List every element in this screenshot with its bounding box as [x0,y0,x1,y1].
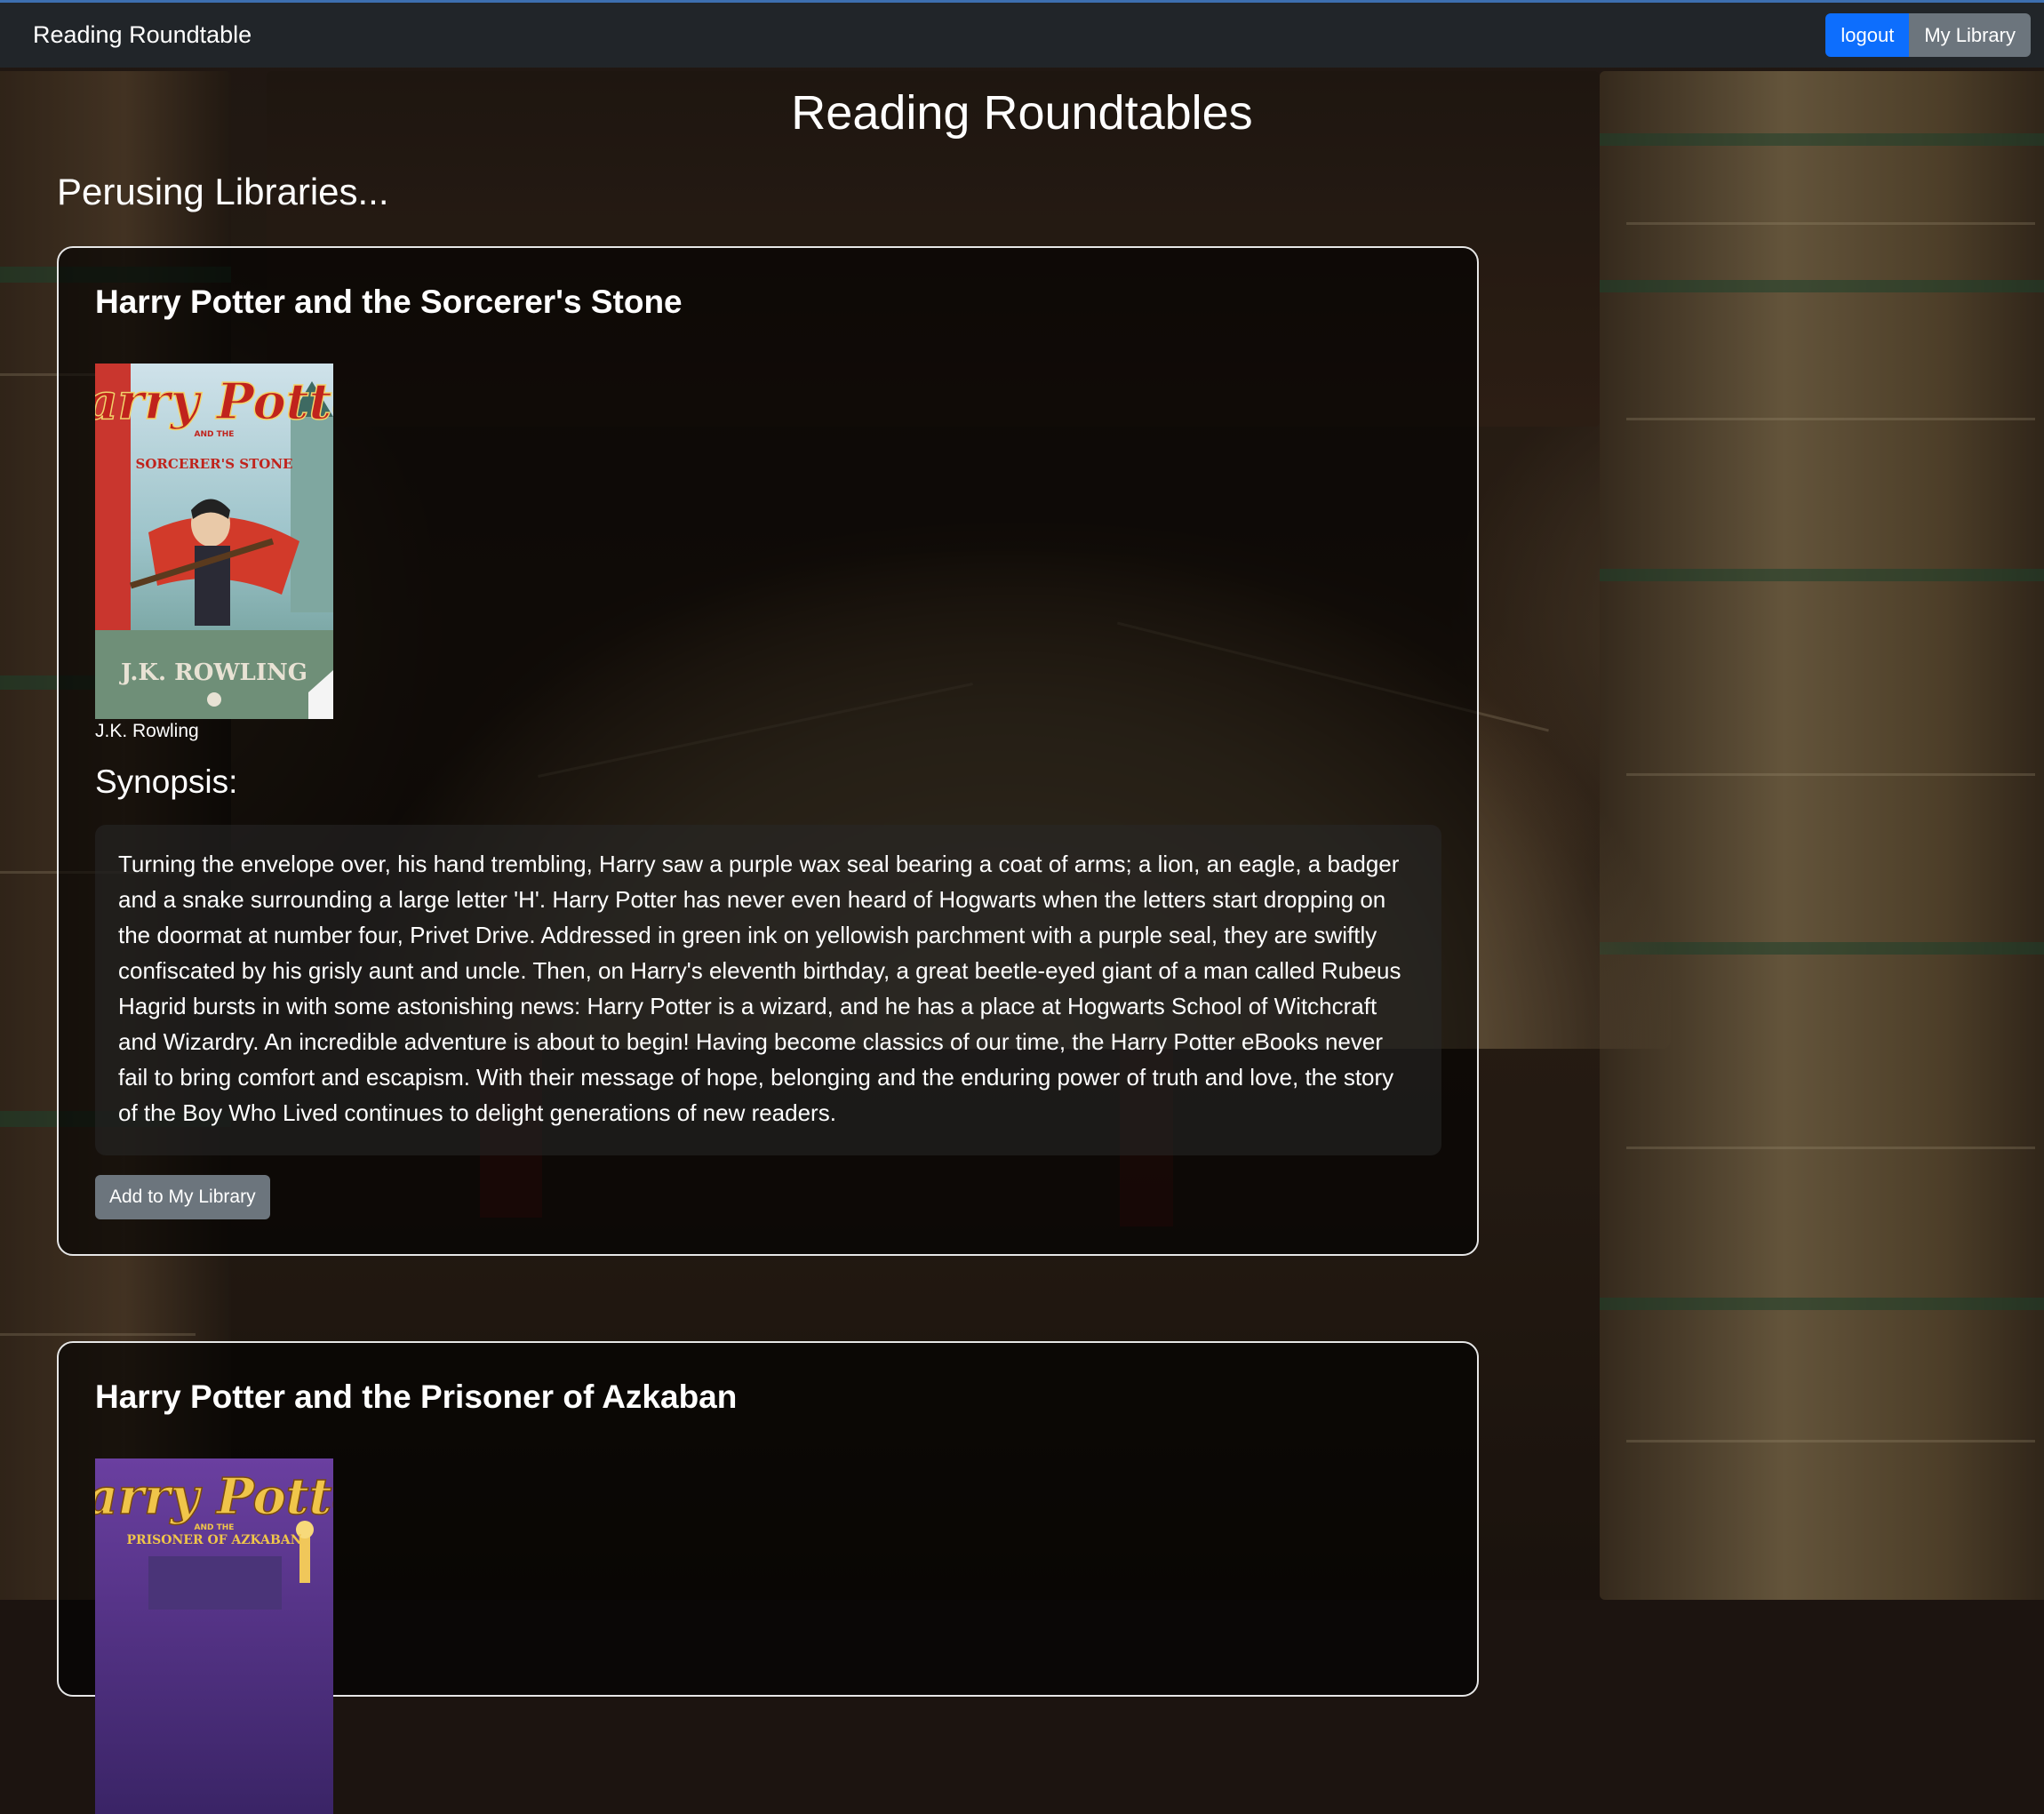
book-card: Harry Potter and the Sorcerer's Stone rr… [57,246,1479,1256]
my-library-button[interactable]: My Library [1909,13,2031,57]
book-title: Harry Potter and the Sorcerer's Stone [95,284,683,320]
add-to-library-button[interactable]: Add to My Library [95,1175,270,1219]
book-author: J.K. Rowling [95,721,199,741]
main-content: Reading Roundtables Perusing Libraries..… [0,68,2044,1814]
svg-text:AND THE: AND THE [195,1523,235,1532]
book-cover-image: Harry Potter AND THE SORCERER'S STONE J.… [95,364,333,719]
section-title: Perusing Libraries... [57,171,389,212]
book-cover-image: Harry Potter AND THE PRISONER OF AZKABAN [95,1458,333,1814]
book-title: Harry Potter and the Prisoner of Azkaban [95,1378,738,1415]
cover-title-art: Harry Potter [95,372,333,431]
brand-link[interactable]: Reading Roundtable [33,21,252,49]
cover-subtitle-art: SORCERER'S STONE [136,456,293,472]
synopsis-text: Turning the envelope over, his hand trem… [95,825,1441,1155]
book-card: Harry Potter and the Prisoner of Azkaban… [57,1341,1479,1814]
top-navbar: Reading Roundtable logout My Library [0,0,2044,68]
nav-actions: logout My Library [1825,13,2031,57]
cover-title-art: Harry Potter [95,1467,333,1526]
synopsis-heading: Synopsis: [95,763,238,800]
cover-subtitle-art: PRISONER OF AZKABAN [126,1533,301,1547]
logout-button[interactable]: logout [1825,13,1910,57]
cover-author-art: J.K. ROWLING [119,659,307,686]
svg-text:AND THE: AND THE [195,430,235,439]
page-title: Reading Roundtables [791,86,1253,140]
